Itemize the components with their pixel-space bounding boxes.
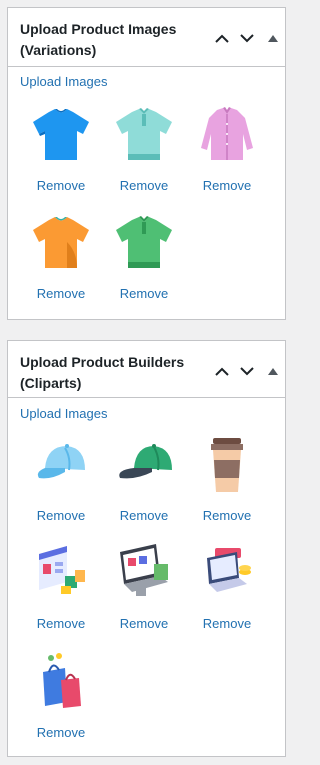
green-cap-icon [119,444,172,479]
chevron-up-icon [215,367,229,376]
panel-title: Upload Product Builders (Cliparts) [20,354,185,391]
upload-images-link[interactable]: Upload Images [20,74,107,89]
toggle-panel-button[interactable] [263,361,283,381]
green-polo-shirt-icon [116,216,172,268]
remove-link[interactable]: Remove [109,616,179,631]
teal-polo-shirt-icon [116,108,172,160]
upload-images-link[interactable]: Upload Images [20,406,107,421]
chevron-up-icon [215,34,229,43]
remove-link[interactable]: Remove [26,508,96,523]
variations-panel: Upload Product Images (Variations) Uploa… [7,7,286,320]
ecommerce-laptop-icon [120,544,168,596]
shopping-bags-icon [43,653,81,708]
move-down-button[interactable] [237,361,257,381]
remove-link[interactable]: Remove [109,286,179,301]
remove-link[interactable]: Remove [192,178,262,193]
triangle-up-icon [268,34,278,42]
remove-link[interactable]: Remove [26,286,96,301]
remove-link[interactable]: Remove [109,508,179,523]
blue-tshirt-icon [33,109,89,160]
triangle-up-icon [268,367,278,375]
orange-tshirt-icon [33,217,89,268]
blue-cap-icon [37,444,85,479]
coffee-cup-icon [211,438,243,492]
move-down-button[interactable] [237,28,257,48]
panel-title: Upload Product Images (Variations) [20,21,177,58]
remove-link[interactable]: Remove [109,178,179,193]
online-payment-laptop-icon [207,548,251,592]
pink-dress-shirt-icon [201,107,253,160]
remove-link[interactable]: Remove [192,616,262,631]
cliparts-panel: Upload Product Builders (Cliparts) Uploa… [7,340,286,757]
move-up-button[interactable] [212,361,232,381]
variations-panel-header: Upload Product Images (Variations) [8,8,285,67]
chevron-down-icon [240,33,254,42]
remove-link[interactable]: Remove [26,178,96,193]
toggle-panel-button[interactable] [263,28,283,48]
remove-link[interactable]: Remove [26,725,96,740]
online-store-isometric-icon [39,546,85,594]
remove-link[interactable]: Remove [192,508,262,523]
chevron-down-icon [240,366,254,375]
remove-link[interactable]: Remove [26,616,96,631]
move-up-button[interactable] [212,28,232,48]
cliparts-panel-header: Upload Product Builders (Cliparts) [8,341,285,398]
